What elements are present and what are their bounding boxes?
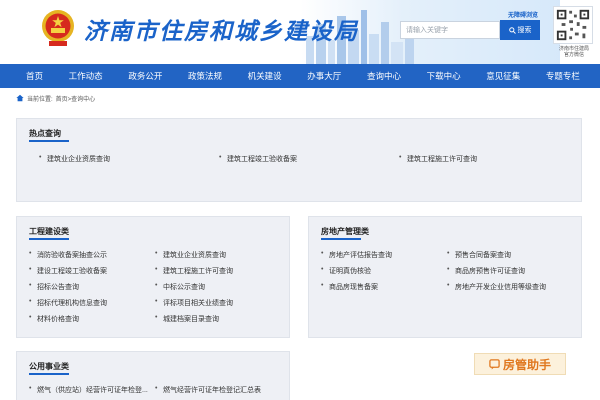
search-icon xyxy=(508,26,516,34)
nav-item-service-hall[interactable]: 办事大厅 xyxy=(307,70,341,82)
search-button-label: 搜索 xyxy=(517,27,532,34)
engineering-link[interactable]: 材料价格查询 xyxy=(29,314,79,324)
helper-label: 房管助手 xyxy=(502,357,551,372)
breadcrumb: 当前位置: 首页>查询中心 xyxy=(16,93,95,103)
hot-query-title: 热点查询 xyxy=(29,129,69,142)
nav-item-feedback[interactable]: 意见征集 xyxy=(486,70,520,82)
engineering-link[interactable]: 建筑工程施工许可查询 xyxy=(155,266,233,276)
engineering-link[interactable]: 消防验收备案抽查公示 xyxy=(29,250,107,260)
nav-item-home[interactable]: 首页 xyxy=(26,70,43,82)
breadcrumb-label: 当前位置: xyxy=(27,96,53,103)
main-nav: 首页 工作动态 政务公开 政策法规 机关建设 办事大厅 查询中心 下载中心 意见… xyxy=(0,64,600,88)
engineering-link[interactable]: 招标代理机构信息查询 xyxy=(29,298,107,308)
hot-query-link[interactable]: 建筑工程竣工验收备案 xyxy=(219,154,297,164)
breadcrumb-path[interactable]: 首页>查询中心 xyxy=(56,94,96,103)
nav-item-government-affairs[interactable]: 政务公开 xyxy=(128,70,162,82)
engineering-panel: 工程建设类 消防验收备案抽查公示 建筑业企业资质查询 建设工程竣工验收备案 建筑… xyxy=(16,216,290,338)
qr-caption-line2: 官方微信 xyxy=(563,52,584,58)
real-estate-link[interactable]: 预售合同备案查询 xyxy=(447,250,511,260)
qr-caption: 济南市住建局 官方微信 xyxy=(548,46,600,58)
utilities-link[interactable]: 燃气（供应站）经营许可证年检登... xyxy=(29,385,148,395)
nav-item-query-center[interactable]: 查询中心 xyxy=(367,70,401,82)
engineering-link[interactable]: 评标项目相关业绩查询 xyxy=(155,298,233,308)
real-estate-link[interactable]: 房地产开发企业信用等级查询 xyxy=(447,282,546,292)
real-estate-panel: 房地产管理类 房地产评估报告查询 预售合同备案查询 证明真伪核验 商品房预售许可… xyxy=(308,216,582,338)
search-input[interactable] xyxy=(400,21,500,39)
housing-helper-widget[interactable]: 房管助手 xyxy=(474,353,566,375)
real-estate-link[interactable]: 商品房现售备案 xyxy=(321,282,378,292)
home-icon xyxy=(16,94,24,102)
search-button[interactable]: 搜索 xyxy=(500,20,540,40)
nav-item-topics[interactable]: 专题专栏 xyxy=(546,70,580,82)
engineering-title: 工程建设类 xyxy=(29,227,69,240)
real-estate-link[interactable]: 商品房预售许可证查询 xyxy=(447,266,525,276)
engineering-link[interactable]: 建筑业企业资质查询 xyxy=(155,250,226,260)
utilities-link[interactable]: 燃气经营许可证年检登记汇总表 xyxy=(155,385,261,395)
site-title: 济南市住房和城乡建设局 xyxy=(84,18,359,45)
engineering-link[interactable]: 中标公示查询 xyxy=(155,282,205,292)
accessibility-link[interactable]: 无障碍浏览 xyxy=(508,10,538,19)
nav-item-downloads[interactable]: 下载中心 xyxy=(427,70,461,82)
real-estate-link[interactable]: 房地产评估报告查询 xyxy=(321,250,392,260)
hot-query-panel: 热点查询 建筑业企业资质查询 建筑工程竣工验收备案 建筑工程施工许可查询 xyxy=(16,118,582,202)
utilities-panel: 公用事业类 燃气（供应站）经营许可证年检登... 燃气经营许可证年检登记汇总表 xyxy=(16,351,290,400)
hot-query-link[interactable]: 建筑业企业资质查询 xyxy=(39,154,110,164)
national-emblem-icon xyxy=(42,10,74,46)
utilities-title: 公用事业类 xyxy=(29,362,69,375)
nav-item-work-news[interactable]: 工作动态 xyxy=(69,70,103,82)
engineering-link[interactable]: 城建档案目录查询 xyxy=(155,314,219,324)
nav-item-organization[interactable]: 机关建设 xyxy=(248,70,282,82)
real-estate-link[interactable]: 证明真伪核验 xyxy=(321,266,371,276)
hot-query-link[interactable]: 建筑工程施工许可查询 xyxy=(399,154,477,164)
engineering-link[interactable]: 招标公告查询 xyxy=(29,282,79,292)
site-header: 济南市住房和城乡建设局 无障碍浏览 搜索 济南市住建局 官方微信 xyxy=(0,0,600,64)
wechat-qr-code xyxy=(553,6,593,44)
chat-icon xyxy=(489,358,500,370)
engineering-link[interactable]: 建设工程竣工验收备案 xyxy=(29,266,107,276)
nav-item-policies[interactable]: 政策法规 xyxy=(188,70,222,82)
real-estate-title: 房地产管理类 xyxy=(321,227,369,240)
